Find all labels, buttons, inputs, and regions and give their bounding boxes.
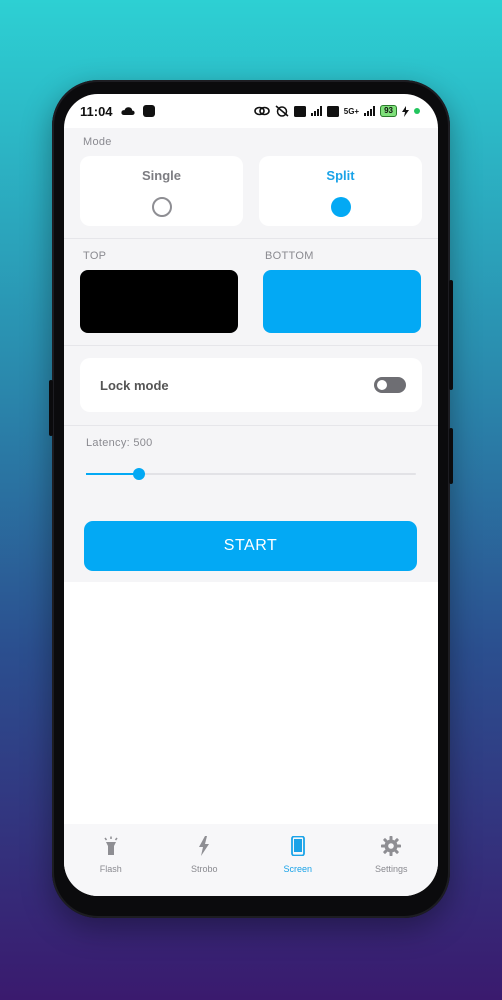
mode-split-card[interactable]: Split: [259, 156, 422, 226]
lock-mode-label: Lock mode: [100, 377, 169, 393]
mode-single-card[interactable]: Single: [80, 156, 243, 226]
link-icon: [253, 106, 270, 116]
phone-screen-icon: [290, 836, 305, 856]
start-button[interactable]: START: [84, 521, 417, 571]
charging-icon: [402, 105, 409, 117]
mode-label: Mode: [83, 136, 112, 148]
lock-mode-toggle[interactable]: [374, 377, 406, 393]
divider: [64, 238, 438, 239]
latency-slider[interactable]: [86, 468, 416, 480]
privacy-dot-icon: [414, 108, 420, 114]
top-color-label: TOP: [83, 250, 107, 262]
signal-icon-2: [364, 106, 376, 116]
gear-icon: [381, 836, 402, 856]
latency-label: Latency: 500: [86, 437, 153, 449]
mode-single-radio[interactable]: [151, 197, 172, 217]
nav-strobo[interactable]: Strobo: [164, 836, 244, 874]
nav-settings[interactable]: Settings: [351, 836, 431, 874]
network-type: 5G+: [343, 106, 360, 116]
volte-icon-2: [326, 105, 339, 117]
latency-value: 500: [133, 437, 153, 449]
nav-flash-label: Flash: [99, 864, 122, 874]
status-time: 11:04: [80, 103, 113, 119]
nav-strobo-label: Strobo: [190, 864, 218, 874]
bottom-color-label: BOTTOM: [265, 250, 314, 262]
flashlight-icon: [104, 836, 118, 855]
bottom-navigation: Flash Strobo Screen Settings: [64, 824, 438, 896]
side-button-right-bottom: [449, 428, 453, 484]
bottom-color-swatch[interactable]: [263, 270, 421, 333]
side-button-right-top: [449, 280, 453, 390]
latency-label-text: Latency:: [86, 437, 130, 449]
app-notification-icon: [142, 105, 155, 117]
screen-mode-panel: Mode Single Split TOP BOTTOM Lock mode L…: [64, 128, 438, 582]
nav-screen-label: Screen: [283, 864, 313, 874]
screen: 11:04 5G+ 93 Mode Single Split TOP BOTTO…: [64, 94, 438, 896]
bolt-icon: [199, 836, 210, 856]
toggle-knob: [377, 380, 387, 390]
nav-flash[interactable]: Flash: [71, 836, 151, 874]
mode-split-label: Split: [326, 168, 355, 183]
divider: [64, 345, 438, 346]
battery-indicator: 93: [380, 105, 397, 117]
volte-icon: [293, 105, 306, 117]
status-bar: 11:04 5G+ 93: [64, 94, 438, 128]
top-color-swatch[interactable]: [80, 270, 238, 333]
lock-mode-row[interactable]: Lock mode: [80, 358, 422, 412]
latency-slider-fill: [86, 473, 139, 475]
divider: [64, 425, 438, 426]
cloud-icon: [120, 107, 135, 115]
alarm-off-icon: [275, 105, 289, 117]
side-button-left: [49, 380, 53, 436]
latency-slider-thumb[interactable]: [132, 468, 145, 480]
mode-single-label: Single: [141, 168, 181, 183]
mode-split-radio[interactable]: [330, 197, 351, 217]
signal-icon: [310, 106, 322, 116]
nav-settings-label: Settings: [374, 864, 408, 874]
nav-screen[interactable]: Screen: [258, 836, 338, 874]
